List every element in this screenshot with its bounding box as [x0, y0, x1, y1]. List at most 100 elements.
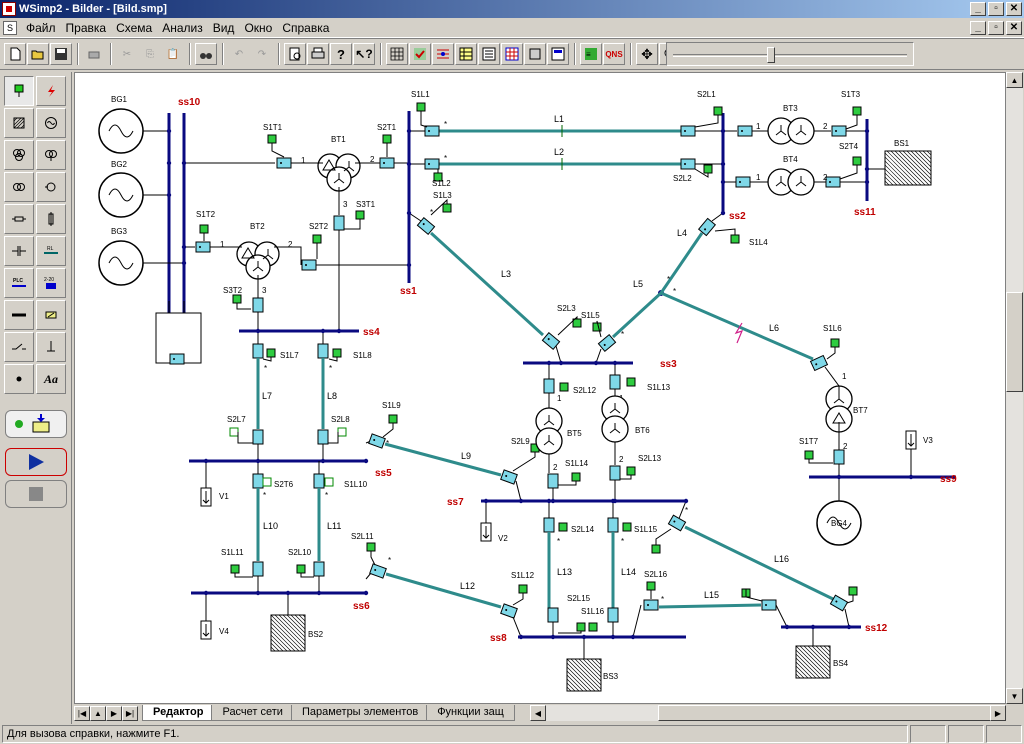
- relay-s3t1[interactable]: [355, 210, 365, 220]
- switch-s2l15[interactable]: [761, 599, 777, 611]
- switch-s2l13[interactable]: [547, 607, 559, 623]
- relay-s1l3[interactable]: [442, 203, 452, 213]
- relay-s1l16[interactable]: [651, 544, 661, 554]
- switch-s1t1[interactable]: [276, 157, 292, 169]
- tab-last-button[interactable]: ▶|: [122, 705, 138, 721]
- connect-button[interactable]: [432, 43, 454, 65]
- restore-button[interactable]: ▫: [988, 2, 1004, 16]
- switch-s1l14[interactable]: [607, 517, 619, 533]
- vertical-scroll-thumb[interactable]: [1006, 292, 1023, 392]
- line-l16[interactable]: [684, 525, 834, 601]
- tool-ground[interactable]: [36, 332, 66, 362]
- scroll-left-button[interactable]: ◀: [530, 705, 546, 721]
- cut-button[interactable]: ✂: [116, 43, 138, 65]
- switch-s2l11[interactable]: [313, 561, 325, 577]
- relay-s1bt6[interactable]: [626, 377, 636, 387]
- relay-s1l7[interactable]: [266, 348, 276, 358]
- diagram-canvas[interactable]: BG1 BG2 BG3 BG4 S1T1 S2T1 S3T1 BT1 1 2 3 S1T2 S2T2 S3…: [74, 72, 1006, 704]
- relay-s2l7[interactable]: [229, 427, 239, 437]
- tool-text[interactable]: Aa: [36, 364, 66, 394]
- tab-next-button[interactable]: ▶: [106, 705, 122, 721]
- undo-button[interactable]: ↶: [228, 43, 250, 65]
- run-button[interactable]: [5, 448, 67, 476]
- relay-s2t4[interactable]: [852, 156, 862, 166]
- switch-s1t3[interactable]: [831, 125, 847, 137]
- switch-s1l9[interactable]: [368, 433, 386, 449]
- document-icon[interactable]: S: [3, 20, 17, 35]
- switch-s1t5[interactable]: [543, 378, 555, 394]
- switch-s1t7[interactable]: [833, 449, 845, 465]
- horizontal-scroll-thumb[interactable]: [658, 705, 998, 721]
- switch-s2l9[interactable]: [500, 469, 518, 485]
- network-diagram[interactable]: BG1 BG2 BG3 BG4 S1T1 S2T1 S3T1 BT1 1 2 3 S1T2 S2T2 S3…: [75, 73, 1006, 704]
- relay-s1l5[interactable]: [592, 322, 602, 332]
- relay-s2l12[interactable]: [518, 584, 528, 594]
- tool-generator[interactable]: [36, 108, 66, 138]
- line-l15[interactable]: [658, 603, 762, 609]
- relay-s1l4[interactable]: [730, 234, 740, 244]
- relay-s1l6[interactable]: [830, 338, 840, 348]
- relay-s1l14[interactable]: [622, 522, 632, 532]
- relay-s2l13[interactable]: [576, 622, 586, 632]
- context-help-button[interactable]: ↖?: [353, 43, 375, 65]
- horizontal-scrollbar[interactable]: ◀ ▶: [530, 705, 1006, 721]
- tab-protection-functions[interactable]: Функции защ: [426, 705, 515, 721]
- mode-edit-button[interactable]: [5, 410, 67, 438]
- doc-restore-button[interactable]: ▫: [988, 21, 1004, 35]
- relay-s2l10[interactable]: [230, 564, 240, 574]
- tool-node[interactable]: [4, 76, 34, 106]
- new-button[interactable]: [4, 43, 26, 65]
- pan-button[interactable]: ✥: [636, 43, 658, 65]
- switch-s2l1[interactable]: [680, 125, 696, 137]
- tab-editor[interactable]: Редактор: [142, 705, 215, 721]
- help-button[interactable]: ?: [330, 43, 352, 65]
- relay-s2t1[interactable]: [382, 134, 392, 144]
- line-l12[interactable]: [385, 572, 502, 609]
- tab-prev-button[interactable]: ▲: [90, 705, 106, 721]
- relay-s1l9[interactable]: [388, 414, 398, 424]
- switch-s1t2[interactable]: [195, 241, 211, 253]
- switch-s2l3[interactable]: [541, 331, 561, 351]
- switch-s1l2[interactable]: [424, 158, 440, 170]
- doc-close-button[interactable]: ✕: [1006, 21, 1022, 35]
- switch-s1l8[interactable]: [317, 343, 329, 359]
- switch-s1bt6[interactable]: [609, 374, 621, 390]
- list-button[interactable]: [478, 43, 500, 65]
- tab-network-calc[interactable]: Расчет сети: [211, 705, 294, 721]
- tool-resistor[interactable]: [4, 204, 34, 234]
- line-l3[interactable]: [429, 231, 545, 337]
- switch-s2t1[interactable]: [379, 157, 395, 169]
- relay-s2l1[interactable]: [713, 106, 723, 116]
- tool-tap-changer[interactable]: 2-20: [36, 268, 66, 298]
- menu-scheme[interactable]: Схема: [111, 21, 157, 35]
- tool-load-element[interactable]: [36, 300, 66, 330]
- redo-button[interactable]: ↷: [251, 43, 273, 65]
- save-button[interactable]: [50, 43, 72, 65]
- line-l4[interactable]: [659, 232, 704, 294]
- menu-help[interactable]: Справка: [277, 21, 334, 35]
- close-button[interactable]: ✕: [1006, 2, 1022, 16]
- relay-s1t3[interactable]: [852, 106, 862, 116]
- tool-switch[interactable]: [4, 332, 34, 362]
- tool-fault[interactable]: [36, 76, 66, 106]
- tab-element-params[interactable]: Параметры элементов: [290, 705, 430, 721]
- switch-s1l7[interactable]: [252, 343, 264, 359]
- relay-s2l16[interactable]: [848, 586, 858, 596]
- menu-view[interactable]: Вид: [208, 21, 240, 35]
- tool-plc[interactable]: PLC: [4, 268, 34, 298]
- scroll-right-button[interactable]: ▶: [990, 705, 1006, 721]
- relay-s2l14[interactable]: [588, 622, 598, 632]
- preview-button[interactable]: [284, 43, 306, 65]
- switch-s2t6[interactable]: [609, 465, 621, 481]
- relay-s1t1[interactable]: [267, 134, 277, 144]
- relay-s3t2[interactable]: [232, 294, 242, 304]
- tool-capacitor[interactable]: [4, 236, 34, 266]
- switch-s2l7[interactable]: [252, 429, 264, 445]
- properties-button[interactable]: [524, 43, 546, 65]
- relay-s2l11[interactable]: [296, 564, 306, 574]
- scroll-down-button[interactable]: ▼: [1006, 688, 1023, 704]
- tool-transformer3[interactable]: [4, 140, 34, 170]
- switch-s1l16[interactable]: [667, 514, 687, 532]
- vertical-scrollbar[interactable]: ▲ ▼: [1006, 72, 1023, 704]
- relay-s2t5[interactable]: [571, 472, 581, 482]
